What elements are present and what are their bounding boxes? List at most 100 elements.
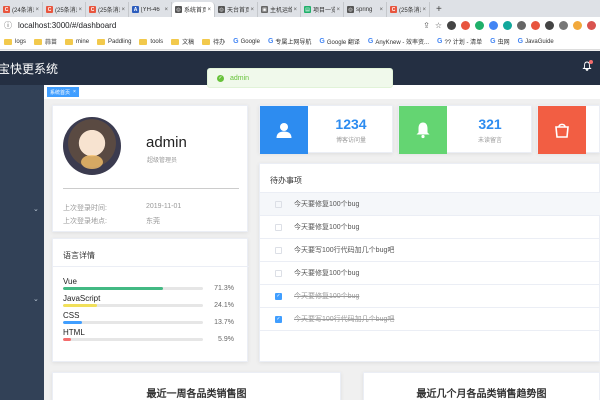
language-details-card: 语言详情 Vue 71.3% JavaScript 24.1% CSS 13.7% HTML… xyxy=(52,238,249,362)
browser-tab[interactable]: ▣ 主机运维 × xyxy=(258,2,301,17)
bookmark-label: logs xyxy=(15,38,27,45)
extension-icon[interactable] xyxy=(503,21,512,30)
share-icon[interactable]: ⇪ xyxy=(423,21,430,30)
browser-tab[interactable]: C(25条消息× xyxy=(387,2,430,17)
profile-avatar[interactable] xyxy=(587,21,596,30)
tag-label: 系统首页 xyxy=(50,89,71,96)
extension-icon[interactable] xyxy=(573,21,582,30)
bookmark-label: 文稿 xyxy=(182,40,195,46)
tab-label: (25条消息 xyxy=(55,8,77,14)
language-percent: 5.9% xyxy=(218,336,234,343)
browser-address-bar: ⓘ localhost:3000/#/dashboard ⇪ ☆ xyxy=(0,17,600,34)
language-percent: 13.7% xyxy=(214,319,234,326)
todo-text: 今天要写100行代码加几个bug吧 xyxy=(294,316,395,323)
bookmark-item[interactable]: G?? 计划 - 清单 xyxy=(433,37,486,46)
last-login-place-value: 东莞 xyxy=(146,218,160,225)
close-icon[interactable]: × xyxy=(336,7,340,13)
browser-tab[interactable]: ◎ spring × xyxy=(344,2,387,17)
bookmark-item[interactable]: G JavaGuide xyxy=(514,38,558,45)
folder-icon xyxy=(202,38,211,45)
browser-tab[interactable]: ◎ 系统首页 × xyxy=(172,2,215,17)
extension-icon[interactable] xyxy=(489,21,498,30)
info-icon[interactable]: ⓘ xyxy=(4,20,12,31)
extension-icon[interactable] xyxy=(475,21,484,30)
extension-icon[interactable] xyxy=(531,21,540,30)
browser-tab[interactable]: A [YH-46 × xyxy=(129,2,172,17)
extension-icon[interactable] xyxy=(545,21,554,30)
bookmark-item[interactable]: 待办 xyxy=(198,37,229,46)
close-icon[interactable]: × xyxy=(73,89,76,95)
todo-checkbox[interactable]: ✓ xyxy=(275,315,282,323)
todo-text: 今天要修复100个bug xyxy=(294,201,360,208)
stat-card-orders xyxy=(537,105,600,154)
todo-checkbox[interactable] xyxy=(275,200,282,208)
bookmark-item[interactable]: G 专属上网导航 xyxy=(264,37,315,46)
tab-favicon-icon: ◎ xyxy=(175,6,182,13)
extension-icon[interactable] xyxy=(461,21,470,30)
last-login-time-value: 2019-11-01 xyxy=(146,203,182,210)
tab-label: spring xyxy=(356,6,373,13)
stat-number: 321 xyxy=(478,116,502,132)
user-card: admin 超级管理员 上次登录时间: 2019-11-01 上次登录地点: 东… xyxy=(52,105,248,232)
extension-toolbar: ⇪ ☆ xyxy=(423,21,596,30)
browser-tab[interactable]: C(25条消息× xyxy=(43,2,86,17)
bookmark-item[interactable]: mine xyxy=(61,38,93,45)
bookmark-item[interactable]: 文稿 xyxy=(167,37,198,46)
todo-checkbox[interactable] xyxy=(275,223,282,231)
last-login-place-label: 上次登录地点: xyxy=(63,218,107,225)
extension-icon[interactable] xyxy=(447,21,456,30)
bookmark-item[interactable]: G AnyKnew - 效率资... xyxy=(364,37,433,46)
bookmark-label: 蒜苗 xyxy=(45,40,58,46)
close-icon[interactable]: × xyxy=(35,7,39,13)
success-toast: ✓ admin xyxy=(207,68,393,88)
folder-icon xyxy=(4,38,12,45)
card-title: 待办事项 xyxy=(270,176,302,185)
close-icon[interactable]: × xyxy=(121,7,125,13)
bookmark-star-icon[interactable]: ☆ xyxy=(435,21,442,30)
close-icon[interactable]: × xyxy=(207,7,211,13)
browser-tab[interactable]: ◎ 天台首页 × xyxy=(215,2,258,17)
bookmark-item[interactable]: G Google xyxy=(229,38,264,45)
new-tab-button[interactable]: + xyxy=(430,2,448,17)
stat-card-messages: 321 未读留言 xyxy=(398,105,532,154)
stat-label: 博客访问量 xyxy=(335,138,366,144)
bookmark-item[interactable]: G 虫网 xyxy=(486,37,513,46)
bookmark-item[interactable]: G Google 翻译 xyxy=(315,37,363,46)
close-icon[interactable]: × xyxy=(78,7,82,13)
url-field[interactable]: localhost:3000/#/dashboard xyxy=(18,21,423,30)
progress-bar xyxy=(63,304,203,307)
bookmark-item[interactable]: 蒜苗 xyxy=(30,37,61,46)
todo-checkbox[interactable] xyxy=(275,246,282,254)
toast-message: admin xyxy=(230,74,250,82)
extension-icon[interactable] xyxy=(517,21,526,30)
bookmarks-bar: logs 蒜苗 mine Paddling tools 文稿 待办 G Google G 专属上网导… xyxy=(0,34,600,50)
close-icon[interactable]: × xyxy=(250,7,254,13)
extension-icon[interactable] xyxy=(559,21,568,30)
todo-item: 今天要修复100个bug xyxy=(260,193,600,216)
chart-title: 最近一周各品类销售图 xyxy=(146,389,247,400)
bookmark-item[interactable]: Paddling xyxy=(93,38,135,45)
chevron-down-icon[interactable]: ⌄ xyxy=(33,205,39,213)
close-icon[interactable]: × xyxy=(164,7,168,13)
close-icon[interactable]: × xyxy=(379,7,383,13)
close-icon[interactable]: × xyxy=(422,7,426,13)
browser-tab[interactable]: C(25条消息× xyxy=(86,2,129,17)
stat-label: 未读留言 xyxy=(477,138,502,144)
tab-favicon-icon: ▣ xyxy=(261,6,268,13)
tag-dashboard[interactable]: 系统首页 × xyxy=(47,87,79,97)
close-icon[interactable]: × xyxy=(293,7,297,13)
user-role: 超级管理员 xyxy=(147,158,178,164)
site-icon: G xyxy=(267,38,274,45)
browser-tab[interactable]: ▤ 项目一览 × xyxy=(301,2,344,17)
folder-icon xyxy=(65,38,74,45)
tab-label: 天台首页 xyxy=(227,8,250,14)
bookmark-label: mine xyxy=(76,38,90,45)
todo-text: 今天要修复100个bug xyxy=(294,224,360,231)
bookmark-item[interactable]: logs xyxy=(0,38,30,45)
bookmark-item[interactable]: tools xyxy=(135,38,167,45)
chevron-down-icon[interactable]: ⌄ xyxy=(33,295,39,303)
todo-checkbox[interactable] xyxy=(275,269,282,277)
chart-card-monthly: 最近几个月各品类销售趋势图 xyxy=(363,372,600,400)
browser-tab[interactable]: C(24条消息× xyxy=(0,2,43,17)
todo-checkbox[interactable]: ✓ xyxy=(275,292,282,300)
